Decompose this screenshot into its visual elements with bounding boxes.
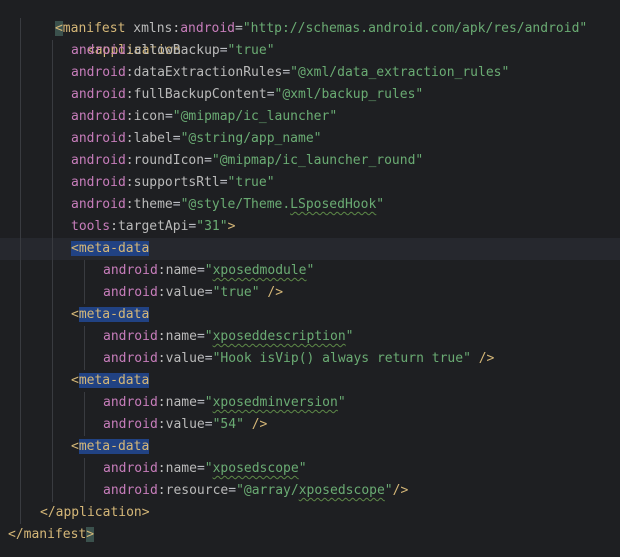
attribute-name: icon <box>133 109 165 124</box>
tag-name-highlighted: meta-data <box>78 439 150 454</box>
attribute-value: xposedscope <box>212 461 299 476</box>
attribute-value: xposeddescription <box>212 329 346 344</box>
attribute-name: label <box>133 131 173 146</box>
attribute-value: @xml/data_extraction_rules <box>298 65 502 80</box>
code-line-9[interactable]: android:supportsRtl="true" <box>0 172 620 194</box>
attribute-value: @array/ <box>243 483 299 498</box>
attribute-value: true <box>235 43 267 58</box>
namespace-prefix: android <box>103 263 158 278</box>
attribute-name: supportsRtl <box>133 175 220 190</box>
code-line-8[interactable]: android:roundIcon="@mipmap/ic_launcher_r… <box>0 150 620 172</box>
code-line-12[interactable]: <meta-data <box>0 238 620 260</box>
namespace-prefix: android <box>103 417 158 432</box>
code-line-6[interactable]: android:icon="@mipmap/ic_launcher" <box>0 106 620 128</box>
attribute-value: xposedminversion <box>212 395 338 410</box>
code-line-13[interactable]: android:name="xposedmodule" <box>0 260 620 282</box>
attribute-name: name <box>165 329 197 344</box>
attribute-name: theme <box>133 197 173 212</box>
namespace-prefix: android <box>103 285 158 300</box>
spelling-highlight: LSposedHook <box>290 197 377 212</box>
attribute-value: @xml/backup_rules <box>282 87 416 102</box>
attribute-name: name <box>165 395 197 410</box>
code-line-14[interactable]: android:value="true" /> <box>0 282 620 304</box>
code-editor[interactable]: <manifest xmlns:android="http://schemas.… <box>0 0 620 557</box>
namespace-prefix: android <box>103 329 158 344</box>
indent-guide <box>20 18 21 524</box>
namespace-prefix: android <box>71 109 126 124</box>
attribute-name: value <box>165 351 205 366</box>
namespace-prefix: android <box>71 65 126 80</box>
namespace-prefix: android <box>71 153 126 168</box>
attribute-value: true <box>220 285 252 300</box>
namespace-prefix: android <box>71 43 126 58</box>
attribute-name: targetApi <box>117 219 189 234</box>
namespace-prefix: android <box>71 197 126 212</box>
attribute-value: @style/Theme. <box>188 197 291 212</box>
attribute-name: name <box>165 263 197 278</box>
namespace-prefix: android <box>103 461 158 476</box>
attribute-name: name <box>165 461 197 476</box>
tag-close-bracket: > <box>86 527 95 542</box>
code-line-22[interactable]: android:name="xposedscope" <box>0 458 620 480</box>
code-line-4[interactable]: android:dataExtractionRules="@xml/data_e… <box>0 62 620 84</box>
tag-name-highlighted: meta-data <box>78 307 150 322</box>
code-line-3[interactable]: android:allowBackup="true" <box>0 40 620 62</box>
code-line-21[interactable]: <meta-data <box>0 436 620 458</box>
code-line-5[interactable]: android:fullBackupContent="@xml/backup_r… <box>0 84 620 106</box>
indent-guide <box>84 326 85 370</box>
attribute-name: fullBackupContent <box>133 87 267 102</box>
attribute-name: value <box>165 417 205 432</box>
code-line-17[interactable]: android:value="Hook isVip() always retur… <box>0 348 620 370</box>
namespace-prefix: tools <box>71 219 111 234</box>
code-line-1[interactable]: <manifest xmlns:android="http://schemas.… <box>0 0 620 36</box>
spelling-highlight: xposedscope <box>298 483 385 498</box>
attribute-value: Hook isVip() always return true <box>220 351 464 366</box>
tag-name: manifest <box>23 527 87 542</box>
tag-name-highlighted: meta-data <box>78 373 150 388</box>
code-line-7[interactable]: android:label="@string/app_name" <box>0 128 620 150</box>
namespace-prefix: android <box>71 175 126 190</box>
code-line-24[interactable]: </application> <box>0 502 620 524</box>
attribute-value: @mipmap/ic_launcher <box>180 109 330 124</box>
code-line-18[interactable]: <meta-data <box>0 370 620 392</box>
code-line-15[interactable]: <meta-data <box>0 304 620 326</box>
attribute-value: @mipmap/ic_launcher_round <box>219 153 416 168</box>
indent-guide <box>52 40 53 502</box>
namespace-prefix: android <box>71 87 126 102</box>
attribute-name: dataExtractionRules <box>133 65 283 80</box>
attribute-value: 54 <box>220 417 237 432</box>
indent-guide <box>84 458 85 502</box>
tag-name: application <box>55 505 142 520</box>
attribute-value: true <box>235 175 267 190</box>
code-line-16[interactable]: android:name="xposeddescription" <box>0 326 620 348</box>
attribute-value: 31 <box>204 219 220 234</box>
indent-guide <box>84 260 85 304</box>
attribute-name: resource <box>165 483 229 498</box>
attribute-name: allowBackup <box>133 43 220 58</box>
indent-guide <box>84 392 85 436</box>
code-line-25[interactable]: </manifest> <box>0 524 620 546</box>
namespace-prefix: android <box>103 351 158 366</box>
namespace-prefix: android <box>103 395 158 410</box>
code-line-20[interactable]: android:value="54" /> <box>0 414 620 436</box>
code-line-23[interactable]: android:resource="@array/xposedscope"/> <box>0 480 620 502</box>
attribute-name: value <box>165 285 205 300</box>
code-line-11[interactable]: tools:targetApi="31"> <box>0 216 620 238</box>
attribute-name: roundIcon <box>133 153 205 168</box>
tag-name-highlighted: meta-data <box>78 241 150 256</box>
namespace-prefix: android <box>103 483 158 498</box>
code-line-10[interactable]: android:theme="@style/Theme.LSposedHook" <box>0 194 620 216</box>
namespace-prefix: android <box>71 131 126 146</box>
code-line-19[interactable]: android:name="xposedminversion" <box>0 392 620 414</box>
code-line-2[interactable]: <application <box>0 18 620 58</box>
attribute-value: @string/app_name <box>188 131 314 146</box>
attribute-value: xposedmodule <box>212 263 307 278</box>
